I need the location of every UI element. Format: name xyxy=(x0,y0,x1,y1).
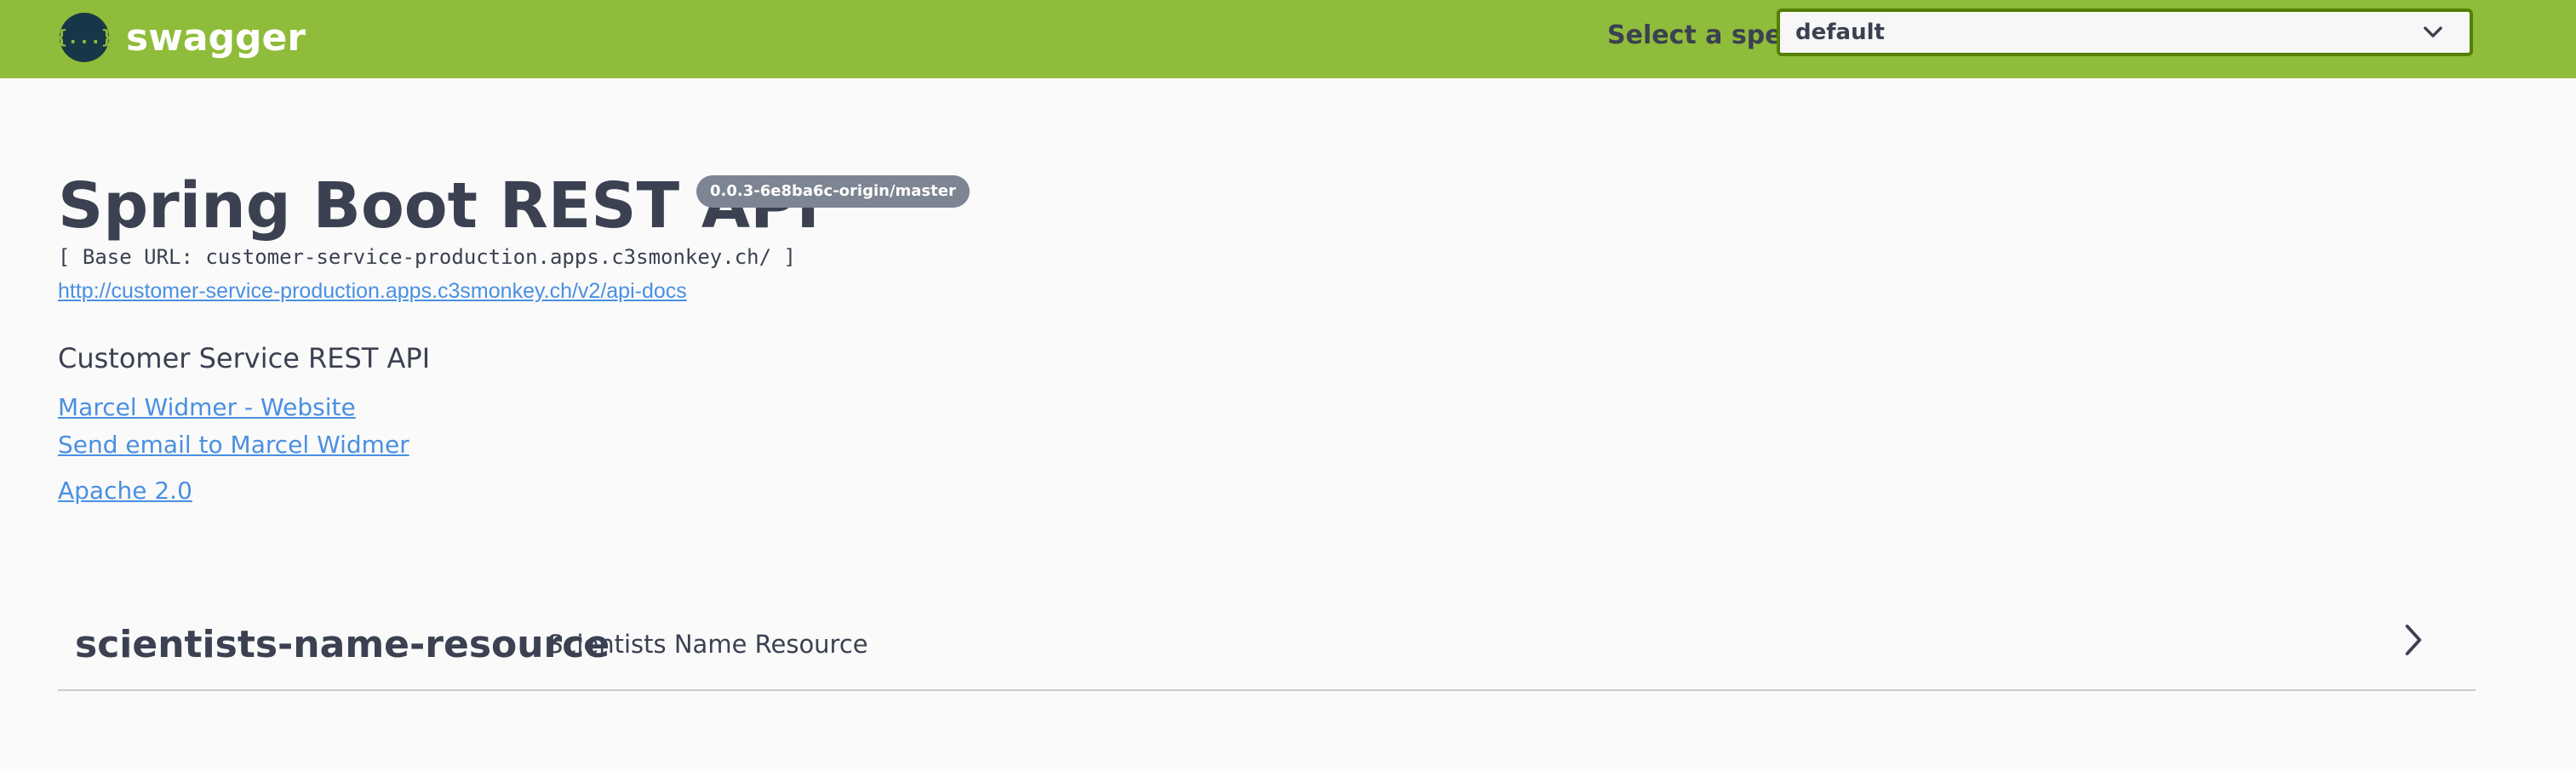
contact-email-link[interactable]: Send email to Marcel Widmer xyxy=(58,431,409,459)
base-url: [ Base URL: customer-service-production.… xyxy=(58,245,796,269)
tag-description: Scientists Name Resource xyxy=(547,630,868,659)
contact-website-link[interactable]: Marcel Widmer - Website xyxy=(58,393,356,421)
spec-select[interactable]: default xyxy=(1777,9,2473,56)
chevron-down-icon xyxy=(2424,26,2442,37)
spec-select-value: default xyxy=(1795,20,1885,45)
swagger-logo[interactable]: {...} swagger xyxy=(56,10,306,65)
api-docs-link[interactable]: http://customer-service-production.apps.… xyxy=(58,279,687,304)
select-spec-label: Select a spec xyxy=(1607,20,1798,50)
chevron-right-icon[interactable] xyxy=(2401,621,2426,659)
license-link[interactable]: Apache 2.0 xyxy=(58,477,192,505)
topbar: {...} swagger Select a spec default xyxy=(0,0,2576,78)
swagger-logo-icon: {...} xyxy=(56,13,112,62)
logo-text: swagger xyxy=(126,15,306,60)
tag-name[interactable]: scientists-name-resource xyxy=(75,623,610,666)
logo-icon-glyph: {...} xyxy=(55,26,113,49)
tag-section-scientists-name-resource[interactable]: scientists-name-resource Scientists Name… xyxy=(58,613,2476,691)
version-badge: 0.0.3-6e8ba6c-origin/master xyxy=(696,175,970,208)
api-description: Customer Service REST API xyxy=(58,342,431,374)
